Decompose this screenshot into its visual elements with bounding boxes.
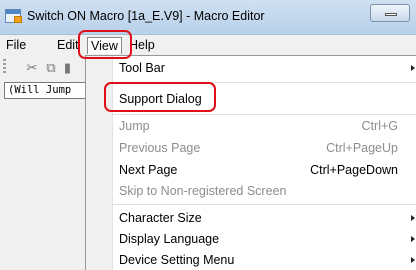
menu-item-shortcut: Ctrl+G [361,119,398,133]
menu-file[interactable]: File [3,37,29,54]
macro-editor-window: Switch ON Macro [1a_E.V9] - Macro Editor… [0,0,416,270]
app-icon [5,9,22,23]
menu-item-label: Previous Page [119,141,201,155]
menu-item-label: Next Page [119,163,178,177]
menu-separator [113,204,416,205]
submenu-arrow-icon [409,228,416,250]
menu-item-tool-bar[interactable]: Tool Bar [113,57,416,79]
menu-item-jump[interactable]: Jump Ctrl+G [113,115,416,137]
menu-item-display-language[interactable]: Display Language [113,228,416,250]
view-menu-highlight-outline [78,30,132,59]
menu-item-label: Device Setting Menu [119,253,235,267]
minimize-button[interactable] [370,4,410,22]
minimize-icon [385,13,397,16]
menu-item-label: Tool Bar [119,61,165,75]
menu-item-label: Skip to Non-registered Screen [119,184,287,198]
cut-icon[interactable]: ✂ [25,61,39,75]
menu-item-skip-to-non-registered-screen[interactable]: Skip to Non-registered Screen [113,180,416,202]
support-dialog-highlight-outline [104,82,216,112]
submenu-arrow-icon [409,57,416,79]
toolbar-grip[interactable] [3,59,6,75]
menu-item-label: Display Language [119,232,220,246]
menu-item-device-setting-menu[interactable]: Device Setting Menu [113,249,416,270]
title-bar[interactable]: Switch ON Macro [1a_E.V9] - Macro Editor [0,0,416,35]
menu-item-label: Jump [119,119,150,133]
submenu-arrow-icon [409,249,416,270]
menu-item-previous-page[interactable]: Previous Page Ctrl+PageUp [113,137,416,159]
window-title: Switch ON Macro [1a_E.V9] - Macro Editor [27,9,265,23]
submenu-arrow-icon [409,207,416,229]
menu-item-label: Character Size [119,211,202,225]
menu-item-next-page[interactable]: Next Page Ctrl+PageDown [113,159,416,181]
menu-item-shortcut: Ctrl+PageDown [310,163,398,177]
paste-icon[interactable]: ▮ [63,61,72,75]
menu-item-character-size[interactable]: Character Size [113,207,416,229]
menu-item-shortcut: Ctrl+PageUp [326,141,398,155]
copy-icon[interactable]: ⧉ [44,61,58,75]
menu-bar: File Edit View Help [0,35,416,55]
